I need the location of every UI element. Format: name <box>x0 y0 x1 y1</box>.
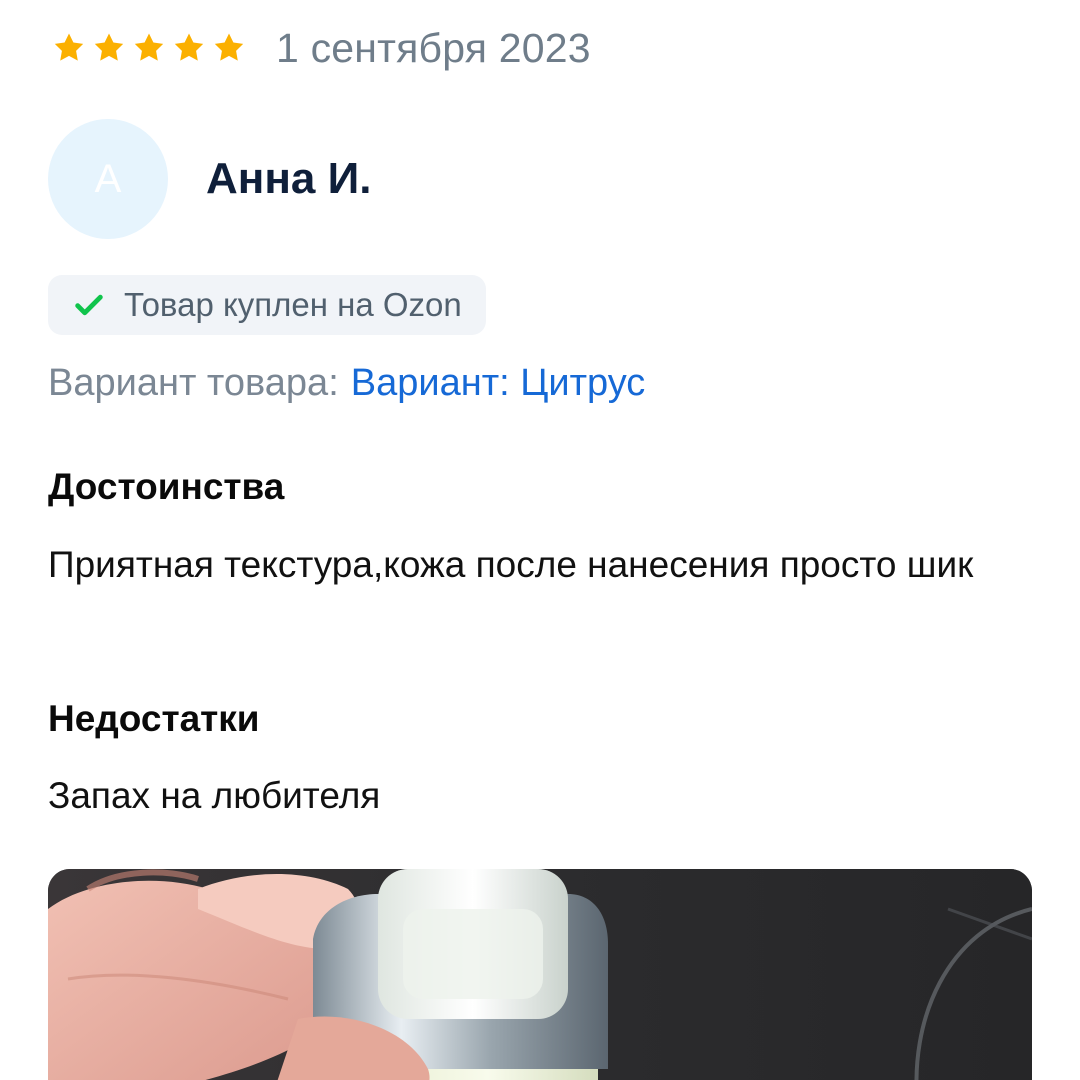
star-icon <box>54 33 84 61</box>
star-icon <box>134 33 164 61</box>
pros-title: Достоинства <box>48 466 285 507</box>
avatar[interactable]: А <box>48 119 168 239</box>
review-photo-image <box>48 869 1032 1080</box>
purchased-badge: Товар куплен на Ozon <box>48 275 486 335</box>
review-date: 1 сентября 2023 <box>276 24 591 71</box>
variant-label: Вариант товара: <box>48 362 339 404</box>
check-icon <box>75 294 103 316</box>
cons-text: Запах на любителя <box>48 775 381 816</box>
variant-link[interactable]: Вариант: Цитрус <box>351 362 646 404</box>
pros-text: Приятная текстура,кожа после нанесения п… <box>48 544 974 585</box>
badge-text: Товар куплен на Ozon <box>124 286 462 323</box>
author-row[interactable]: А Анна И. <box>48 118 371 240</box>
avatar-letter: А <box>94 156 122 201</box>
review-card: 1 сентября 2023 А Анна И. Товар куплен н… <box>0 0 1080 1080</box>
star-icon <box>214 33 244 61</box>
star-rating <box>52 31 246 65</box>
star-icon <box>174 33 204 61</box>
review-photo[interactable] <box>48 869 1032 1080</box>
variant-row: Вариант товара: Вариант: Цитрус <box>48 362 645 405</box>
author-name[interactable]: Анна И. <box>206 154 371 204</box>
rating-row: 1 сентября 2023 <box>52 22 591 74</box>
star-icon <box>94 33 124 61</box>
cons-title: Недостатки <box>48 698 260 739</box>
